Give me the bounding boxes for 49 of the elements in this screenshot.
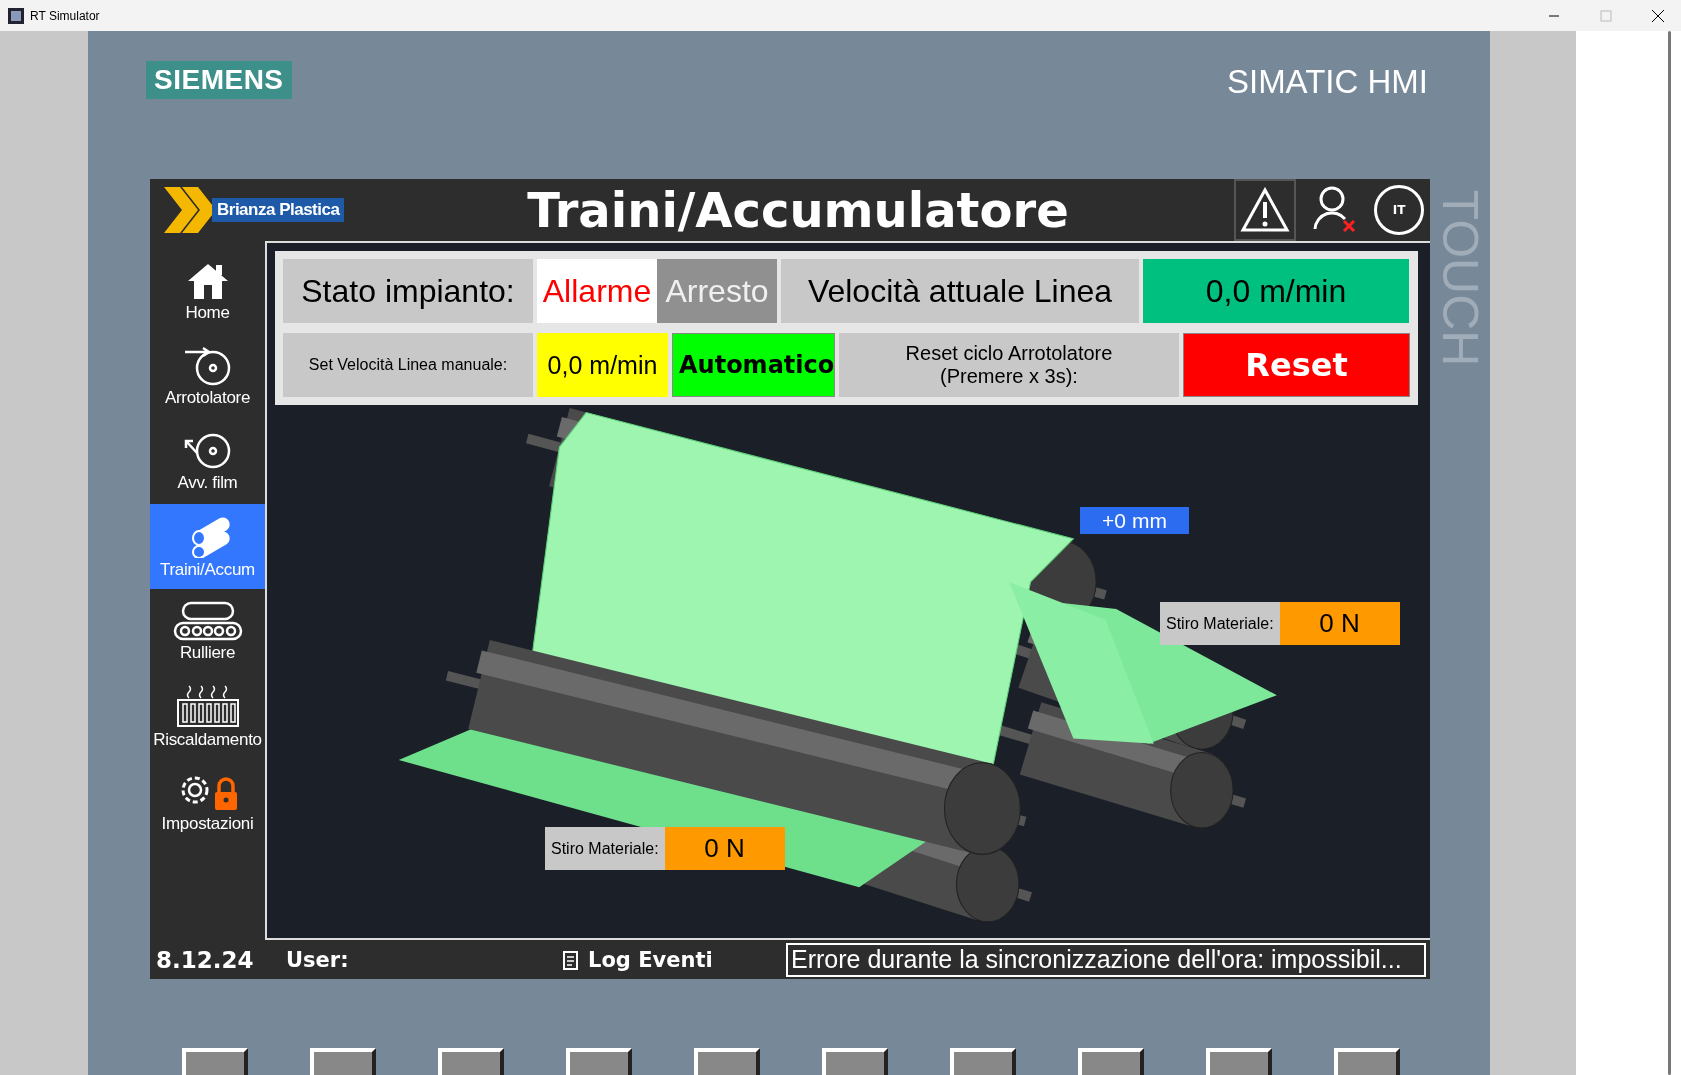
manual-speed-label: Set Velocità Linea manuale:	[283, 333, 533, 397]
date-text: 8.12.24	[155, 946, 255, 973]
tension-label: Stiro Materiale:	[545, 827, 665, 870]
plant-state-label: Stato impianto:	[283, 259, 533, 323]
nav-item[interactable]: Impostazioni	[150, 759, 265, 844]
window-title: RT Simulator	[30, 8, 101, 23]
nav-item[interactable]: Rulliere	[150, 589, 265, 674]
tension-value: 0 N	[664, 827, 785, 870]
line-speed-value: 0,0 m/min	[1143, 259, 1409, 323]
message-field: Errore durante la sincronizzazione dell'ora: impossibil...	[786, 942, 1426, 977]
user-label: User:	[286, 947, 350, 972]
tension-label: Stiro Materiale:	[1160, 602, 1280, 645]
conveyor-icon	[172, 600, 243, 641]
log-events-button[interactable]: Log Eventi	[556, 946, 786, 973]
close-icon	[1651, 8, 1665, 23]
nav-item[interactable]: Arrotolatore	[150, 334, 265, 419]
language-button[interactable]: IT	[1374, 185, 1424, 235]
clipboard-icon	[562, 948, 580, 971]
nav-item[interactable]: Riscaldamento	[150, 674, 265, 759]
app-icon	[8, 7, 24, 24]
function-key[interactable]	[566, 1048, 632, 1075]
brand-logo: SIEMENS	[146, 61, 292, 99]
alarm-button[interactable]	[1234, 179, 1296, 241]
mode-button[interactable]: Automatico	[672, 333, 835, 397]
function-key[interactable]	[694, 1048, 760, 1075]
alarm-status: Allarme	[537, 259, 657, 323]
model-label: SIMATIC HMI	[1226, 63, 1428, 101]
reset-button[interactable]: Reset	[1183, 333, 1410, 397]
nav-item[interactable]: Traini/Accum	[150, 504, 265, 589]
function-key[interactable]	[182, 1048, 248, 1075]
function-key[interactable]	[1078, 1048, 1144, 1075]
function-key[interactable]	[1206, 1048, 1272, 1075]
stop-status: Arresto	[657, 259, 777, 323]
function-key[interactable]	[310, 1048, 376, 1075]
maximize-icon	[1600, 9, 1612, 22]
function-key[interactable]	[950, 1048, 1016, 1075]
function-key[interactable]	[822, 1048, 888, 1075]
line-speed-label: Velocità attuale Linea	[781, 259, 1139, 323]
nav-item[interactable]: Avv. film	[150, 419, 265, 504]
company-logo: Brianza Plastica	[212, 198, 345, 222]
tension-value: 0 N	[1279, 602, 1400, 645]
function-key[interactable]	[438, 1048, 504, 1075]
function-key[interactable]	[1334, 1048, 1400, 1075]
position-value: +0 mm	[1080, 507, 1189, 534]
reset-label: Reset ciclo Arrotolatore (Premere x 3s):	[839, 333, 1179, 397]
manual-speed-field[interactable]: 0,0 m/min	[537, 333, 668, 397]
roll-icon	[182, 345, 233, 386]
screen-title: Traini/Accumulatore	[526, 182, 1070, 238]
nav-item[interactable]: Home	[150, 249, 265, 334]
